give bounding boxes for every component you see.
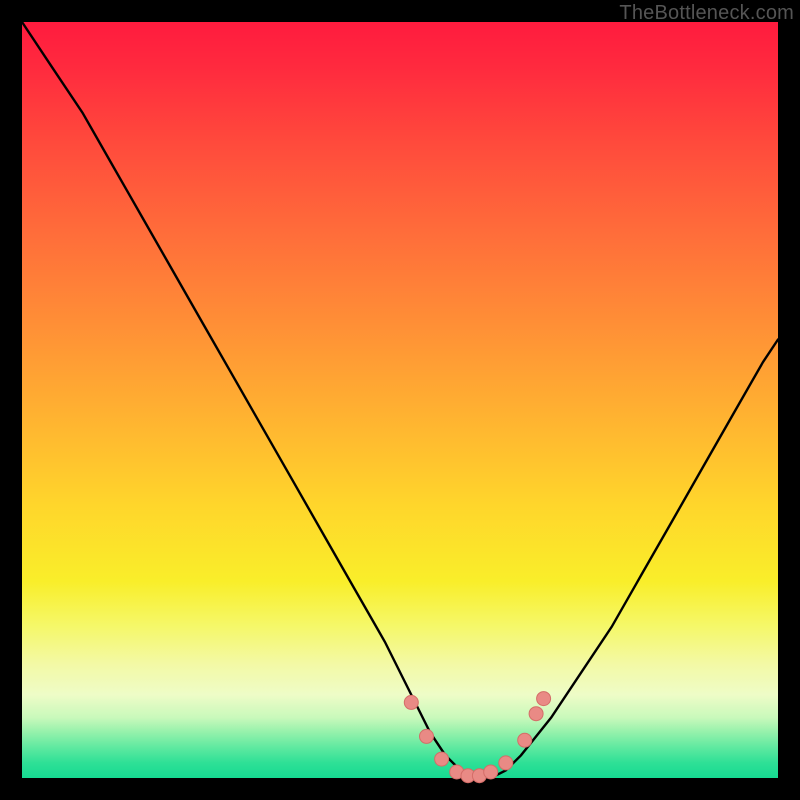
trough-marker [518, 733, 532, 747]
chart-svg [22, 22, 778, 778]
trough-marker [435, 752, 449, 766]
trough-marker [404, 695, 418, 709]
trough-marker [420, 729, 434, 743]
watermark-text: TheBottleneck.com [619, 2, 794, 25]
plot-area [22, 22, 778, 778]
trough-markers [404, 692, 550, 783]
trough-marker [537, 692, 551, 706]
outer-frame: TheBottleneck.com [0, 0, 800, 800]
trough-marker [484, 765, 498, 779]
trough-marker [499, 756, 513, 770]
bottleneck-curve [22, 22, 778, 778]
trough-marker [529, 707, 543, 721]
